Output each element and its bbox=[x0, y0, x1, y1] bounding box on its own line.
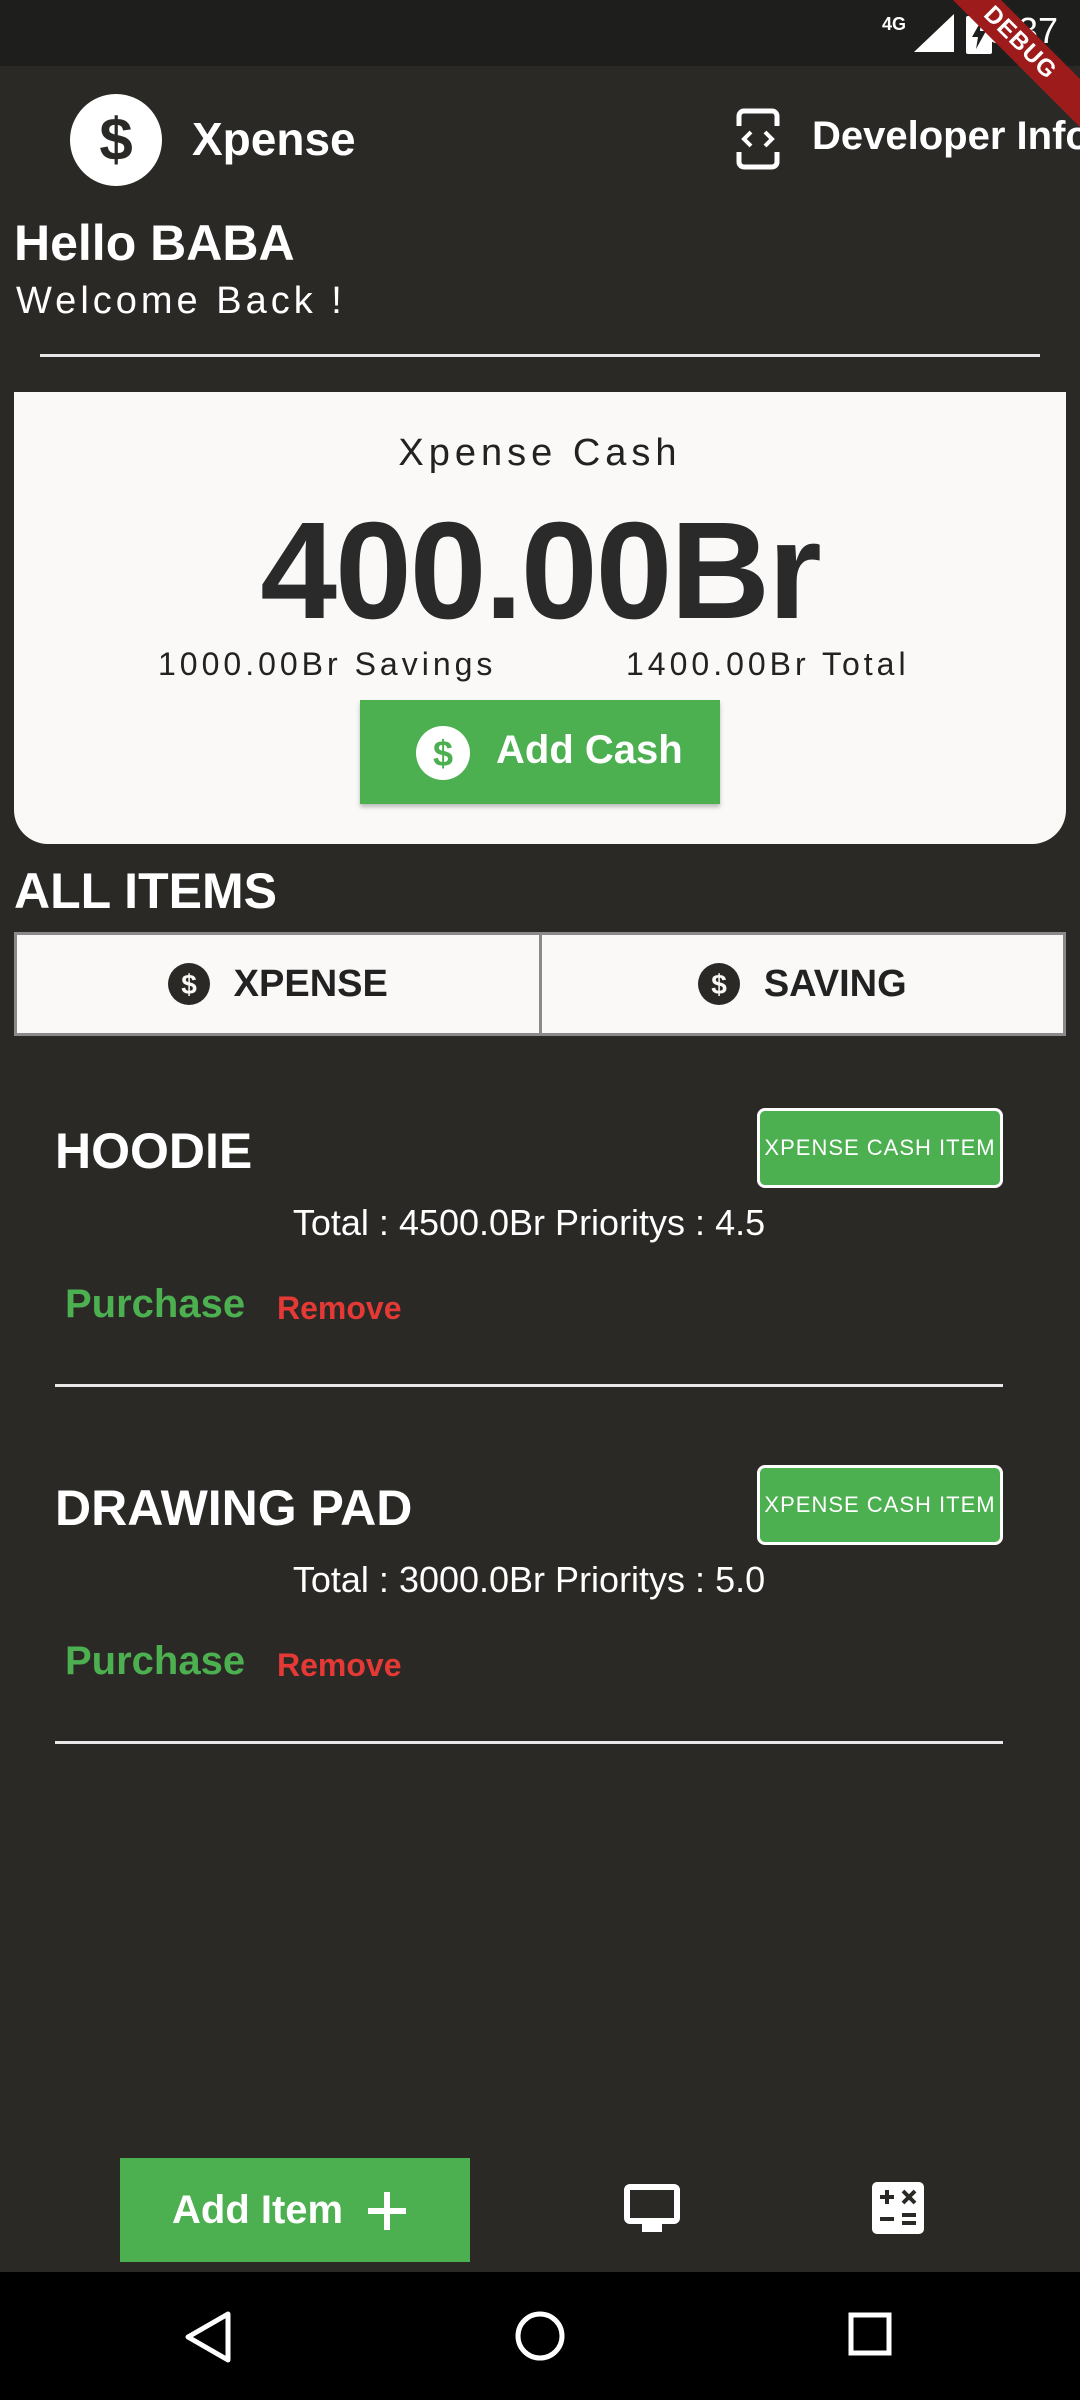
cash-label: Xpense Cash bbox=[398, 432, 682, 474]
header-divider bbox=[40, 354, 1040, 357]
greeting-title: Hello BABA bbox=[14, 215, 295, 271]
item-info: Total : 3000.0Br Prioritys : 5.0 bbox=[292, 1559, 766, 1600]
network-type: 4G bbox=[881, 14, 906, 34]
item-type-toggle: $ XPENSE $ SAVING bbox=[14, 932, 1066, 1036]
add-item-button[interactable]: Add Item bbox=[120, 2158, 470, 2262]
svg-text:$: $ bbox=[711, 969, 727, 1000]
add-cash-button[interactable]: $ Add Cash bbox=[360, 700, 720, 804]
tab-saving-label: SAVING bbox=[763, 962, 907, 1005]
svg-text:$: $ bbox=[99, 106, 132, 173]
developer-info-button[interactable]: Developer Info bbox=[812, 114, 1080, 159]
tab-xpense-label: XPENSE bbox=[233, 962, 388, 1005]
item-type-badge[interactable]: XPENSE CASH ITEM bbox=[757, 1108, 1003, 1188]
total-amount: 1400.00Br Total bbox=[626, 646, 910, 682]
add-cash-label: Add Cash bbox=[496, 728, 683, 772]
dollar-icon: $ bbox=[416, 726, 470, 780]
plus-icon bbox=[368, 2192, 406, 2230]
monitor-icon[interactable] bbox=[624, 2184, 680, 2234]
home-icon[interactable] bbox=[514, 2310, 566, 2362]
dollar-icon: $ bbox=[697, 963, 740, 1005]
dollar-icon: $ bbox=[167, 963, 210, 1005]
dollar-logo-icon: $ bbox=[70, 94, 162, 186]
savings-amount: 1000.00Br Savings bbox=[158, 646, 497, 682]
welcome-subtitle: Welcome Back ! bbox=[16, 280, 346, 322]
back-icon[interactable] bbox=[182, 2310, 234, 2364]
all-items-title: ALL ITEMS bbox=[14, 863, 277, 919]
developer-mode-icon[interactable] bbox=[736, 108, 780, 170]
svg-text:$: $ bbox=[433, 733, 453, 774]
item-name: DRAWING PAD bbox=[55, 1480, 413, 1536]
cash-amount: 400.00Br bbox=[260, 494, 821, 648]
item-divider bbox=[55, 1741, 1003, 1744]
add-item-label: Add Item bbox=[172, 2188, 344, 2232]
svg-text:$: $ bbox=[181, 969, 197, 1000]
cash-summary-card: Xpense Cash 400.00Br 1000.00Br Savings 1… bbox=[14, 392, 1066, 844]
calculator-icon[interactable] bbox=[872, 2182, 924, 2234]
remove-button[interactable]: Remove bbox=[277, 1290, 402, 1327]
purchase-button[interactable]: Purchase bbox=[65, 1639, 245, 1684]
system-nav-bar bbox=[0, 2272, 1080, 2400]
app-bar: $ Xpense Developer Info bbox=[0, 66, 1080, 214]
tab-saving[interactable]: $ SAVING bbox=[538, 935, 1064, 1033]
item-type-badge[interactable]: XPENSE CASH ITEM bbox=[757, 1465, 1003, 1545]
tab-xpense[interactable]: $ XPENSE bbox=[17, 935, 539, 1033]
item-info: Total : 4500.0Br Prioritys : 4.5 bbox=[292, 1202, 766, 1243]
app-title: Xpense bbox=[192, 113, 356, 165]
remove-button[interactable]: Remove bbox=[277, 1647, 402, 1684]
purchase-button[interactable]: Purchase bbox=[65, 1282, 245, 1327]
status-bar: 4G 3:37 DEBUG bbox=[0, 0, 1080, 147]
recent-apps-icon[interactable] bbox=[848, 2312, 892, 2356]
item-name: HOODIE bbox=[55, 1123, 253, 1179]
item-divider bbox=[55, 1384, 1003, 1387]
signal-icon bbox=[914, 14, 954, 52]
